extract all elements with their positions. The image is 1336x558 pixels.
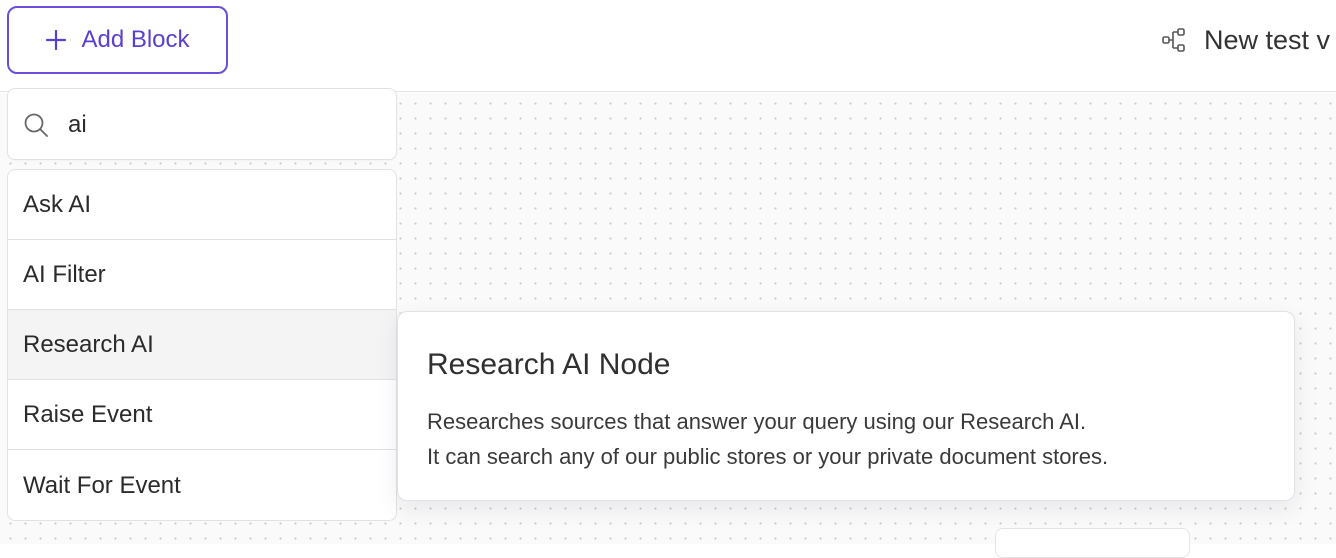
tooltip-description-line-2: It can search any of our public stores o…: [427, 444, 1109, 469]
block-results-list: Ask AI AI Filter Research AI Raise Event…: [7, 169, 397, 521]
result-item-ask-ai[interactable]: Ask AI: [8, 170, 396, 240]
workflow-title[interactable]: New test v: [1160, 20, 1330, 60]
add-block-label: Add Block: [81, 26, 190, 53]
search-icon: [24, 113, 48, 137]
result-item-raise-event[interactable]: Raise Event: [8, 380, 396, 450]
tooltip-description-line-1: Researches sources that answer your quer…: [427, 409, 1087, 434]
workflow-icon: [1162, 28, 1185, 52]
tooltip-title: Research AI Node: [427, 348, 671, 381]
plus-icon: [46, 29, 67, 51]
top-toolbar: Add Block New test v: [0, 0, 1336, 92]
canvas-control[interactable]: [995, 528, 1190, 558]
result-item-research-ai[interactable]: Research AI: [8, 310, 396, 380]
result-item-ai-filter[interactable]: AI Filter: [8, 240, 396, 310]
result-item-wait-for-event[interactable]: Wait For Event: [8, 450, 396, 520]
block-description-tooltip: Research AI Node Researches sources that…: [397, 311, 1295, 501]
workflow-title-text: New test v: [1204, 24, 1331, 55]
block-search-box: [7, 88, 397, 160]
add-block-button[interactable]: Add Block: [7, 6, 228, 74]
block-search-input[interactable]: [68, 105, 378, 145]
